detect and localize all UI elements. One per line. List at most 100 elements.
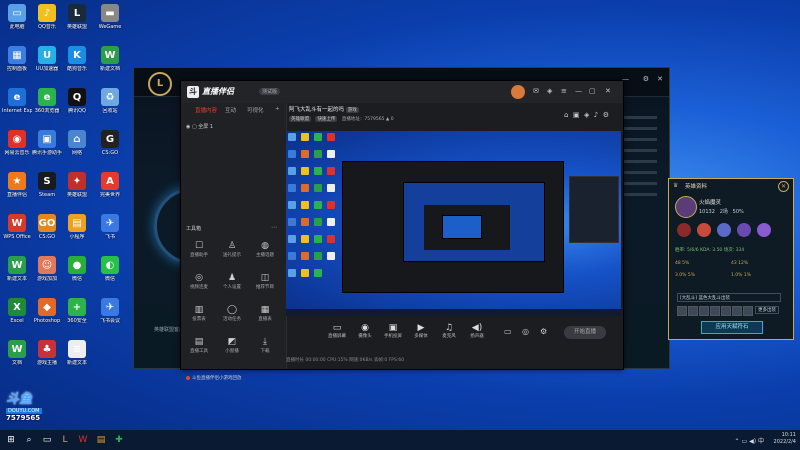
taskbar-app-icon[interactable]: ⊞ bbox=[4, 433, 18, 447]
settings-icon[interactable]: ⚙ bbox=[540, 327, 547, 336]
bell-icon[interactable]: ♪ bbox=[594, 111, 598, 119]
taskbar-app-icon[interactable]: ✚ bbox=[112, 433, 126, 447]
avatar[interactable] bbox=[511, 85, 525, 99]
taskbar-app-icon[interactable]: W bbox=[76, 433, 90, 447]
room-tag[interactable]: 游戏 bbox=[345, 107, 359, 113]
more-builds-button[interactable]: 更多出装 bbox=[755, 306, 779, 314]
desktop-icon[interactable]: G CS:GO bbox=[95, 130, 125, 156]
desktop-icon[interactable]: ✦ 英雄联盟 bbox=[62, 172, 92, 198]
close-icon[interactable]: ✕ bbox=[657, 75, 663, 83]
tool-item[interactable]: ▤ 直播工具 bbox=[184, 337, 214, 354]
tool-item[interactable]: ◎ 视频连麦 bbox=[184, 273, 214, 290]
tool-item[interactable]: ◯ 活动任务 bbox=[217, 305, 247, 322]
desktop-icon[interactable]: ▤ 小程序 bbox=[62, 214, 92, 240]
taskbar-app-icon[interactable]: ▭ bbox=[40, 433, 54, 447]
desktop-icon[interactable]: ✈ 飞书会议 bbox=[95, 298, 125, 324]
desktop-icon[interactable]: W 新建文本 bbox=[2, 256, 32, 282]
scene-item[interactable]: ◉ ▢ 全屏 1 bbox=[186, 123, 213, 130]
network-icon[interactable]: ▭ bbox=[742, 438, 748, 445]
desktop-icon[interactable]: L 英雄联盟 bbox=[62, 4, 92, 30]
eye-toggle-icon[interactable]: ◎ bbox=[522, 327, 529, 336]
desktop-icon[interactable]: X Excel bbox=[2, 298, 32, 324]
tool-item[interactable]: ▦ 直播表 bbox=[250, 305, 280, 322]
tool-item[interactable]: ◫ 推荐节目 bbox=[250, 273, 280, 290]
desktop-icon[interactable]: ▦ 控制面板 bbox=[2, 46, 32, 72]
desktop-icon[interactable]: ▭ 此电脑 bbox=[2, 4, 32, 30]
lock-icon[interactable]: ▢ bbox=[192, 124, 197, 130]
desktop-icon[interactable]: GO CS:GO bbox=[32, 214, 62, 240]
message-icon[interactable]: ✉ bbox=[533, 87, 539, 95]
desktop-icon[interactable]: ★ 直播伴侣 bbox=[2, 172, 32, 198]
tool-item[interactable]: ♙ 送礼提示 bbox=[217, 241, 247, 258]
room-upload[interactable]: 快速上传 bbox=[315, 116, 338, 122]
desktop-icon[interactable]: e 360浏览器 bbox=[32, 88, 62, 114]
tab-interact[interactable]: 互动 bbox=[225, 106, 236, 114]
toolbox-more-icon[interactable]: ⋯ bbox=[271, 224, 277, 231]
settings-icon[interactable]: ⚙ bbox=[643, 75, 649, 83]
tool-item[interactable]: ◩ 小窗播 bbox=[217, 337, 247, 354]
desktop-icon[interactable]: A 完美世界 bbox=[95, 172, 125, 198]
ime-icon[interactable]: 中 bbox=[758, 438, 764, 445]
close-icon[interactable]: ✕ bbox=[605, 87, 611, 95]
desktop-icon[interactable]: ◐ 微信 bbox=[95, 256, 125, 282]
chevron-up-icon[interactable]: ⌃ bbox=[735, 438, 740, 445]
desktop-icon[interactable]: ● 微信 bbox=[62, 256, 92, 282]
record-icon[interactable]: ▣ bbox=[573, 111, 580, 119]
desktop-icon[interactable]: +360安全 bbox=[62, 298, 92, 324]
desktop-icon[interactable]: U UU加速器 bbox=[32, 46, 62, 72]
room-category[interactable]: 英雄联盟 bbox=[289, 116, 311, 122]
taskbar-app-icon[interactable]: ⌕ bbox=[22, 433, 36, 447]
skin-icon[interactable]: ◈ bbox=[547, 87, 552, 95]
desktop-icon[interactable]: Q 腾讯QQ bbox=[62, 88, 92, 114]
add-scene-icon[interactable]: + bbox=[275, 106, 280, 112]
desktop-icon[interactable]: ≡ 新建文本 bbox=[62, 340, 92, 366]
share-icon[interactable]: ⌂ bbox=[564, 111, 568, 119]
source-button[interactable]: ◀) 扬声器 bbox=[464, 323, 490, 339]
clock[interactable]: 10:11 2022/2/4 bbox=[774, 432, 796, 446]
source-button[interactable]: ▣ 手机投屏 bbox=[380, 323, 406, 339]
minimize-icon[interactable]: — bbox=[575, 87, 582, 95]
tool-item[interactable]: ♟ 个人设置 bbox=[217, 273, 247, 290]
source-button[interactable]: ▭ 直播屏幕 bbox=[324, 323, 350, 339]
eye-icon[interactable]: ◉ bbox=[186, 124, 190, 130]
start-live-button[interactable]: 开始直播 bbox=[564, 326, 606, 339]
camera-toggle-icon[interactable]: ▭ bbox=[504, 327, 512, 336]
desktop-icon[interactable]: W WPS Office bbox=[2, 214, 32, 240]
desktop-icon[interactable]: ♪ QQ音乐 bbox=[32, 4, 62, 30]
desktop-icon[interactable]: K 酷狗音乐 bbox=[62, 46, 92, 72]
desktop-icon[interactable]: ♻ 回收站 bbox=[95, 88, 125, 114]
tab-live-content[interactable]: 直播内容 bbox=[195, 106, 217, 114]
tool-item[interactable]: ▥ 投票表 bbox=[184, 305, 214, 322]
taskbar-app-icon[interactable]: L bbox=[58, 433, 72, 447]
desktop-icon[interactable]: ◆ Photoshop bbox=[32, 298, 62, 324]
source-button[interactable]: ▶ 多媒体 bbox=[408, 323, 434, 339]
promo-banner[interactable]: 斗鱼直播伴侣小游戏回放 bbox=[186, 375, 242, 381]
build-select[interactable]: [大乱斗] 蓝色大乱斗出装 bbox=[677, 293, 781, 302]
tool-item[interactable]: ◍ 主播话题 bbox=[250, 241, 280, 258]
apply-runes-button[interactable]: 应用天赋符石 bbox=[701, 321, 763, 334]
tab-visual[interactable]: 可视化 bbox=[247, 106, 264, 114]
desktop-icon[interactable]: ✈ 飞书 bbox=[95, 214, 125, 240]
desktop-icon[interactable]: e Internet Explorer bbox=[2, 88, 32, 114]
desktop-icon[interactable]: ◉ 网易云音乐 bbox=[2, 130, 32, 156]
tool-item[interactable]: ☐ 直播助手 bbox=[184, 241, 214, 258]
desktop-icon[interactable]: ▣ 腾讯手游助手 bbox=[32, 130, 62, 156]
gift-icon[interactable]: ◈ bbox=[584, 111, 589, 119]
desktop-icon[interactable]: W 文档 bbox=[2, 340, 32, 366]
settings-icon[interactable]: ⚙ bbox=[603, 111, 609, 119]
hero-assistant-popup[interactable]: ♛ 英雄资料 ✕ 火焰魔灵 10132 2场 50% 胜率: 5/6/6 KDA… bbox=[668, 178, 794, 340]
room-title[interactable]: 阿飞大乱斗有一起的吗 bbox=[289, 107, 344, 113]
tool-item[interactable]: ⤓ 下载 bbox=[250, 337, 280, 354]
source-button[interactable]: ♫ 麦克风 bbox=[436, 323, 462, 339]
desktop-icon[interactable]: W 新建文档 bbox=[95, 46, 125, 72]
desktop-icon[interactable]: ▬ WeGame bbox=[95, 4, 125, 30]
volume-icon[interactable]: ◀) bbox=[749, 438, 756, 445]
source-button[interactable]: ◉ 摄像头 bbox=[352, 323, 378, 339]
desktop-icon[interactable]: S Steam bbox=[32, 172, 62, 198]
desktop-icon[interactable]: ☺ 游戏加加 bbox=[32, 256, 62, 282]
menu-icon[interactable]: ≡ bbox=[561, 87, 567, 95]
taskbar-app-icon[interactable]: ▤ bbox=[94, 433, 108, 447]
maximize-icon[interactable]: ▢ bbox=[589, 87, 596, 95]
desktop-icon[interactable]: ⌂ 网络 bbox=[62, 130, 92, 156]
close-icon[interactable]: ✕ bbox=[778, 181, 789, 192]
